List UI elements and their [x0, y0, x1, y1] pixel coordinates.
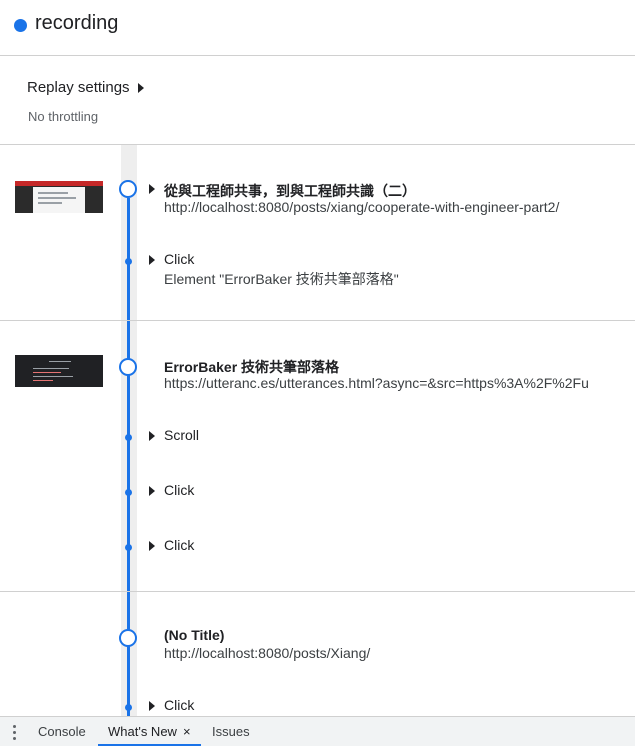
- tab-console[interactable]: Console: [38, 717, 86, 746]
- triangle-right-icon[interactable]: [149, 431, 155, 441]
- triangle-right-icon[interactable]: [149, 184, 155, 194]
- step-url: http://localhost:8080/posts/Xiang/: [164, 645, 371, 661]
- close-icon[interactable]: ×: [183, 724, 191, 739]
- replay-settings-toggle[interactable]: Replay settings: [27, 79, 144, 96]
- triangle-right-icon[interactable]: [149, 541, 155, 551]
- triangle-right-icon: [137, 82, 144, 93]
- step-title[interactable]: Click: [164, 482, 194, 498]
- thumbnail-page: [33, 187, 85, 213]
- navigation-step-node-icon: [119, 180, 137, 198]
- step-node-icon: [125, 544, 132, 551]
- step-node-icon: [125, 489, 132, 496]
- step-screenshot-thumbnail[interactable]: [15, 355, 103, 387]
- step-title[interactable]: ErrorBaker 技術共筆部落格: [164, 357, 339, 377]
- tab-label: Issues: [212, 724, 250, 739]
- step-title[interactable]: Click: [164, 251, 194, 267]
- more-vert-icon[interactable]: [12, 724, 16, 740]
- step-node-icon: [125, 704, 132, 711]
- step-node-icon: [125, 258, 132, 265]
- recording-title[interactable]: recording: [35, 12, 118, 35]
- triangle-right-icon[interactable]: [149, 255, 155, 265]
- replay-settings-panel: Replay settings No throttling: [0, 56, 635, 145]
- step-node-icon: [125, 434, 132, 441]
- tab-label: What's New: [108, 724, 177, 739]
- recording-status-dot-icon: [14, 19, 27, 32]
- tab-label: Console: [38, 724, 86, 739]
- step-title[interactable]: Click: [164, 537, 194, 553]
- thumbnail-header: [15, 181, 103, 186]
- navigation-step-node-icon: [119, 629, 137, 647]
- recording-header: recording: [0, 0, 635, 56]
- step-title[interactable]: Click: [164, 697, 194, 713]
- section-divider: [0, 591, 635, 592]
- step-url: https://utteranc.es/utterances.html?asyn…: [164, 375, 589, 391]
- section-divider: [0, 320, 635, 321]
- step-title[interactable]: (No Title): [164, 627, 224, 643]
- step-title[interactable]: Scroll: [164, 427, 199, 443]
- drawer-tab-bar: Console What's New × Issues: [0, 716, 635, 746]
- step-selector: Element "ErrorBaker 技術共筆部落格": [164, 271, 399, 287]
- throttling-value: No throttling: [28, 109, 99, 124]
- triangle-right-icon[interactable]: [149, 486, 155, 496]
- step-title[interactable]: 從與工程師共事，到與工程師共識（二）: [164, 181, 416, 201]
- triangle-right-icon[interactable]: [149, 701, 155, 711]
- replay-settings-label: Replay settings: [27, 79, 130, 96]
- step-screenshot-thumbnail[interactable]: [15, 181, 103, 213]
- tab-whats-new[interactable]: What's New ×: [98, 717, 201, 746]
- navigation-step-node-icon: [119, 358, 137, 376]
- tab-issues[interactable]: Issues: [212, 717, 250, 746]
- step-url: http://localhost:8080/posts/xiang/cooper…: [164, 199, 560, 215]
